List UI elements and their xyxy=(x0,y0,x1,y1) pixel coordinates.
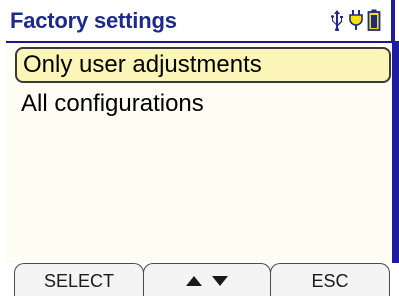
esc-button[interactable]: ESC xyxy=(270,263,390,296)
navigate-up-down-button[interactable] xyxy=(143,263,271,296)
menu-panel: Only user adjustments All configurations xyxy=(6,41,395,263)
menu-item-all-configurations[interactable]: All configurations xyxy=(15,86,391,122)
power-plug-icon xyxy=(349,9,363,31)
page-title: Factory settings xyxy=(10,8,177,33)
arrow-up-icon xyxy=(185,264,203,296)
device-screen: Factory settings Only user adjustments A… xyxy=(0,0,399,296)
usb-icon xyxy=(329,9,345,31)
title-bar: Factory settings xyxy=(0,0,395,41)
battery-icon xyxy=(367,9,381,31)
scrollbar[interactable] xyxy=(392,41,399,263)
status-icons xyxy=(329,8,381,32)
menu-item-only-user-adjustments[interactable]: Only user adjustments xyxy=(15,47,391,83)
arrow-down-icon xyxy=(211,264,229,296)
softkey-bar: SELECT ESC xyxy=(0,263,399,296)
select-button[interactable]: SELECT xyxy=(14,263,144,296)
